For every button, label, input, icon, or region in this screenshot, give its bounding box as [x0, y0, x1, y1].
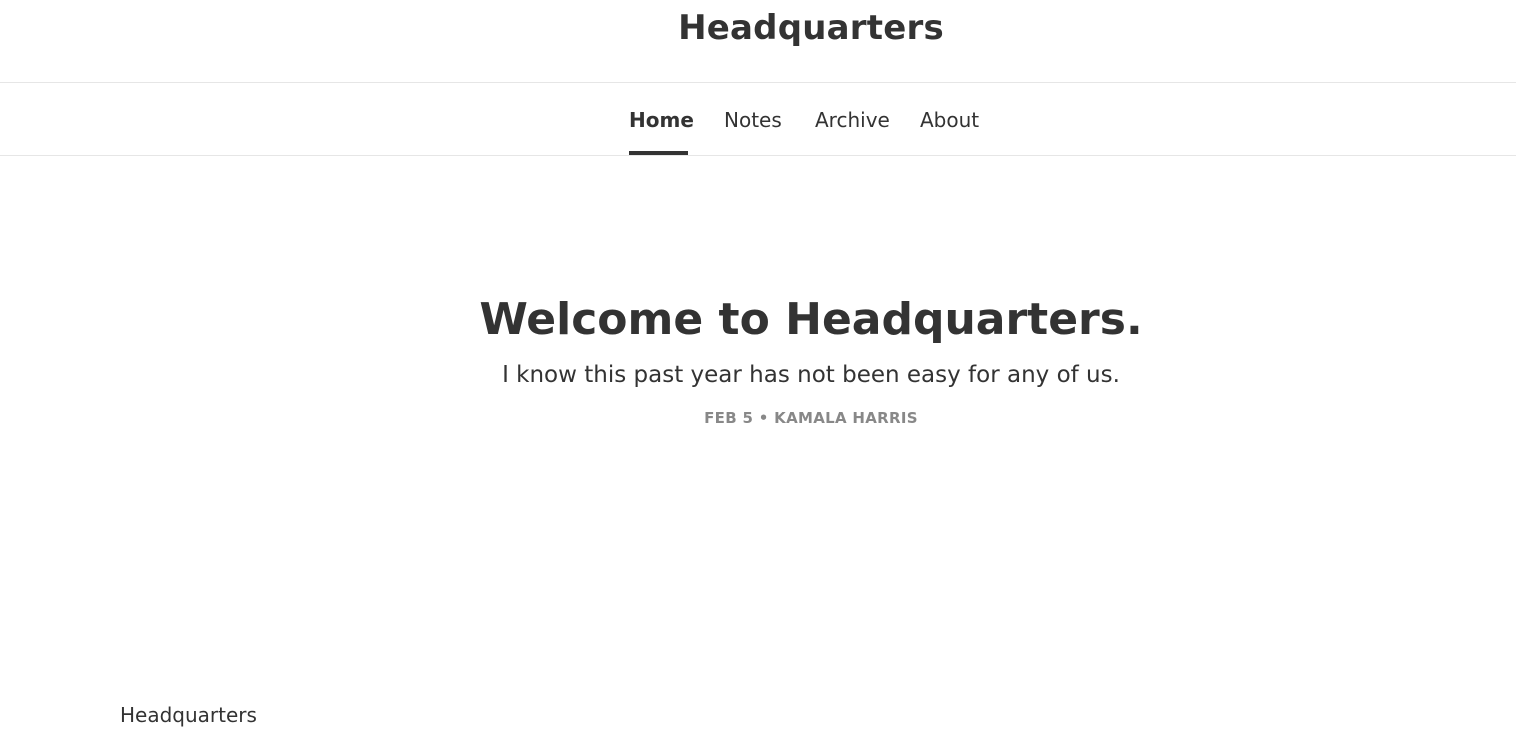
post-title[interactable]: Welcome to Headquarters. [0, 290, 1516, 350]
post-date: FEB 5 [704, 409, 754, 427]
footer-site-title[interactable]: Headquarters [120, 702, 257, 728]
meta-separator: • [758, 409, 769, 427]
post-meta: FEB 5 • KAMALA HARRIS [0, 408, 1516, 428]
tab-about[interactable]: About [920, 83, 980, 155]
post-subtitle: I know this past year has not been easy … [502, 362, 1120, 388]
site-header: Headquarters [0, 0, 1516, 83]
tab-archive[interactable]: Archive [815, 83, 890, 155]
tab-home[interactable]: Home [629, 83, 694, 155]
site-title[interactable]: Headquarters [0, 8, 1516, 48]
main-nav: Home Notes Archive About [0, 83, 1516, 156]
tab-notes[interactable]: Notes [724, 83, 782, 155]
post-author[interactable]: KAMALA HARRIS [774, 409, 918, 427]
page: Headquarters Home Notes Archive About We… [0, 0, 1516, 747]
featured-post: Welcome to Headquarters. I know this pas… [0, 290, 1516, 428]
